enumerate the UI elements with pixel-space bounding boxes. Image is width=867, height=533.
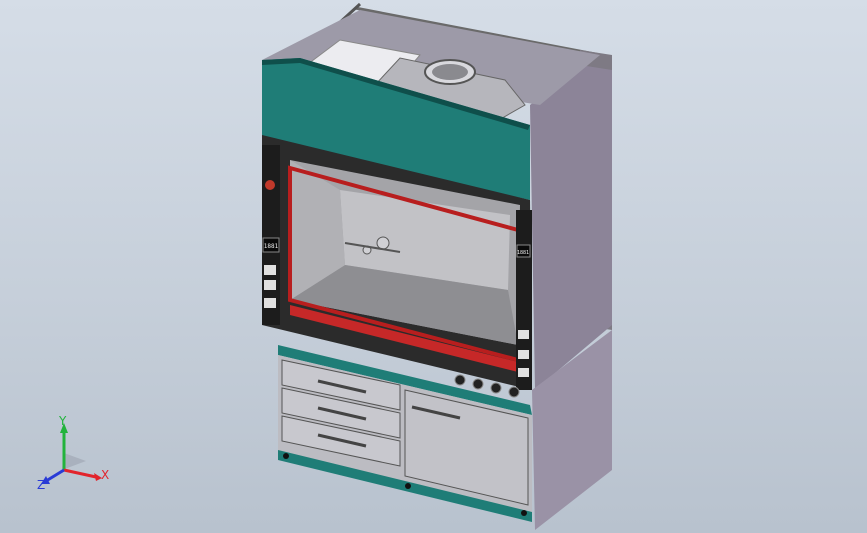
cad-viewport[interactable]: 1881 1881 X Y Z [0, 0, 867, 533]
outlet-left-3[interactable] [264, 298, 276, 308]
right-control-column [516, 210, 532, 390]
service-knob-1[interactable] [454, 374, 466, 386]
outlet-left-1[interactable] [264, 265, 276, 275]
fume-hood-model[interactable]: 1881 1881 [0, 0, 867, 533]
caster-1 [283, 453, 289, 459]
caster-2 [405, 483, 411, 489]
x-axis-arrow [63, 468, 97, 479]
outlet-right-2[interactable] [518, 350, 529, 359]
outlet-right-1[interactable] [518, 330, 529, 339]
service-knob-2[interactable] [472, 378, 484, 390]
z-axis-arrow [45, 468, 65, 483]
airflow-display-left-value: 1881 [264, 243, 279, 250]
service-knob-3[interactable] [490, 382, 502, 394]
airflow-display-right-value: 1881 [517, 250, 529, 256]
x-axis-label: X [101, 468, 109, 482]
emergency-stop-button[interactable] [265, 180, 275, 190]
outlet-right-3[interactable] [518, 368, 529, 377]
caster-3 [521, 510, 527, 516]
outlet-left-2[interactable] [264, 280, 276, 290]
z-axis-label: Z [37, 478, 45, 492]
service-knob-4[interactable] [508, 386, 520, 398]
gas-valve[interactable] [376, 236, 390, 250]
y-axis-label: Y [58, 415, 67, 428]
triad-plane [62, 453, 86, 470]
orientation-triad: X Y Z [37, 415, 109, 492]
exhaust-opening [432, 64, 468, 80]
